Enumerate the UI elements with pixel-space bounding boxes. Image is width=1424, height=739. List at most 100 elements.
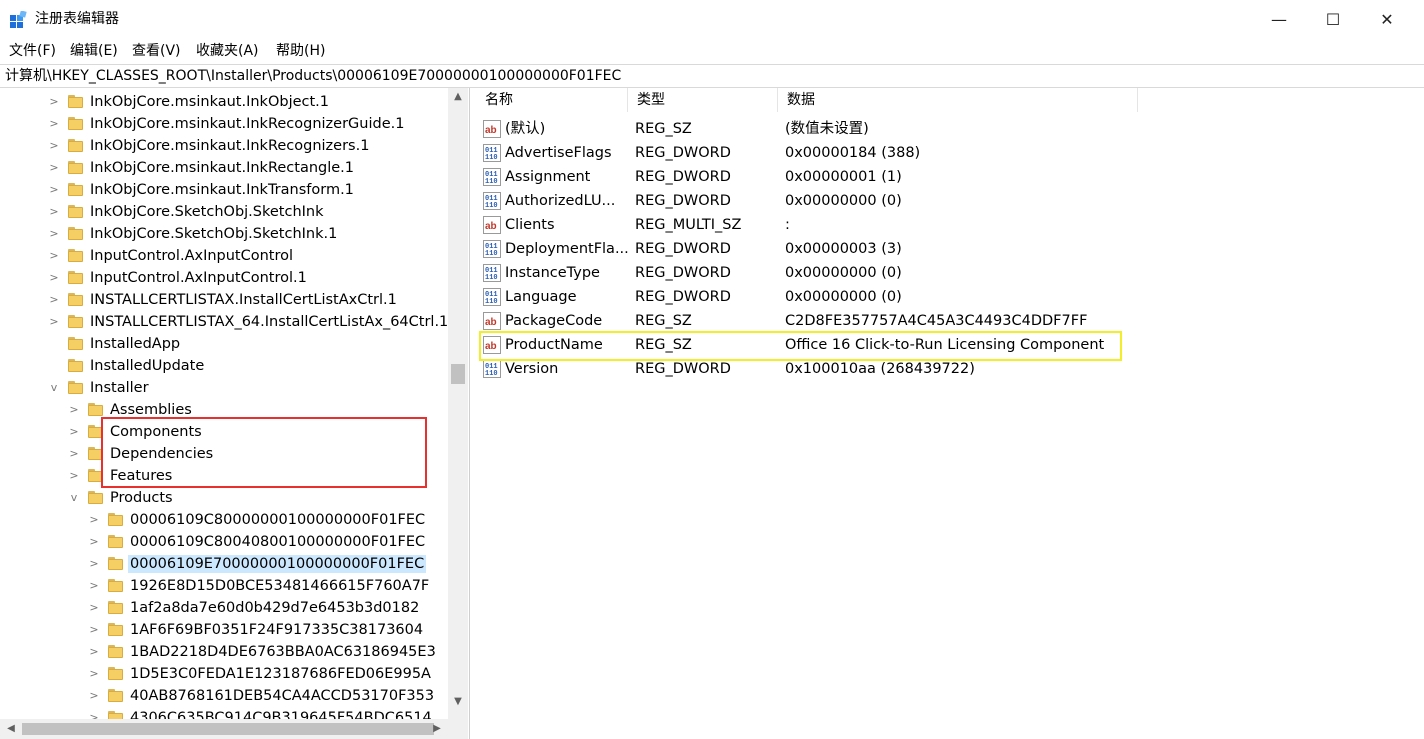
tree-node[interactable]: > InkObjCore.SketchObj.SketchInk xyxy=(0,201,448,223)
chevron-right-icon[interactable]: > xyxy=(48,91,60,113)
tree-node[interactable]: > InkObjCore.msinkaut.InkRecognizers.1 xyxy=(0,135,448,157)
tree-node-label[interactable]: Installer xyxy=(88,379,151,397)
value-row[interactable]: ab Clients REG_MULTI_SZ: xyxy=(476,213,1424,237)
column-header-data[interactable]: 数据 xyxy=(778,88,1138,112)
value-row[interactable]: ab PackageCode REG_SZ C2D8FE357757A4C45A3C4… xyxy=(476,309,1424,333)
tree-node[interactable]: InstalledApp xyxy=(0,333,448,355)
tree-node-label[interactable]: InkObjCore.SketchObj.SketchInk xyxy=(88,203,326,221)
tree-node-label[interactable]: INSTALLCERTLISTAX.InstallCertListAxCtrl.… xyxy=(88,291,399,309)
tree-node[interactable]: > InkObjCore.SketchObj.SketchInk.1 xyxy=(0,223,448,245)
tree-node[interactable]: > INSTALLCERTLISTAX_64.InstallCertListAx_… xyxy=(0,311,448,333)
tree-node[interactable]: v Installer xyxy=(0,377,448,399)
tree-node[interactable]: > InkObjCore.msinkaut.InkRectangle.1 xyxy=(0,157,448,179)
tree-node-label[interactable]: 1af2a8da7e60d0b429d7e6453b3d0182 xyxy=(128,599,421,617)
chevron-right-icon[interactable]: > xyxy=(48,267,60,289)
tree-node[interactable]: >1BAD2218D4DE6763BBA0AC63186945E3 xyxy=(0,641,448,663)
tree-node-label[interactable]: Products xyxy=(108,489,175,507)
tree-node-label[interactable]: InputControl.AxInputControl.1 xyxy=(88,269,309,287)
tree-node[interactable]: >00006109C80040800100000000F01FEC xyxy=(0,531,448,553)
chevron-right-icon[interactable]: > xyxy=(88,619,100,641)
chevron-right-icon[interactable]: > xyxy=(88,575,100,597)
address-bar[interactable]: 计算机\HKEY_CLASSES_ROOT\Installer\Products… xyxy=(0,64,1424,88)
tree-node-label[interactable]: INSTALLCERTLISTAX_64.InstallCertListAx_6… xyxy=(88,313,450,331)
tree-node[interactable]: > InputControl.AxInputControl.1 xyxy=(0,267,448,289)
maximize-button[interactable]: ☐ xyxy=(1306,0,1360,38)
chevron-right-icon[interactable]: > xyxy=(68,443,80,465)
menu-file[interactable]: 文件(F) xyxy=(9,42,56,60)
tree-node[interactable]: >1D5E3C0FEDA1E123187686FED06E995A xyxy=(0,663,448,685)
column-header-name[interactable]: 名称 xyxy=(476,88,628,112)
menu-favorites[interactable]: 收藏夹(A) xyxy=(196,42,259,60)
chevron-right-icon[interactable]: > xyxy=(88,553,100,575)
chevron-right-icon[interactable]: > xyxy=(48,245,60,267)
scroll-up-icon[interactable]: ▲ xyxy=(448,88,468,106)
tree-node-label[interactable]: InkObjCore.msinkaut.InkRecognizers.1 xyxy=(88,137,371,155)
chevron-right-icon[interactable]: > xyxy=(88,509,100,531)
tree-node[interactable]: v Products xyxy=(0,487,448,509)
chevron-right-icon[interactable] xyxy=(48,355,60,377)
tree-node[interactable]: > InputControl.AxInputControl xyxy=(0,245,448,267)
tree-node-label[interactable]: 1BAD2218D4DE6763BBA0AC63186945E3 xyxy=(128,643,438,661)
value-row[interactable]: 011 110 AdvertiseFlags REG_DWORD 0x00000184 … xyxy=(476,141,1424,165)
chevron-right-icon[interactable]: > xyxy=(88,641,100,663)
value-row[interactable]: 011 110 Language REG_DWORD 0x00000000 (0) xyxy=(476,285,1424,309)
tree-node[interactable]: >00006109E70000000100000000F01FEC xyxy=(0,553,448,575)
tree-hscroll-thumb[interactable] xyxy=(22,723,434,735)
chevron-right-icon[interactable] xyxy=(48,333,60,355)
minimize-button[interactable]: — xyxy=(1252,0,1306,38)
tree-node-label[interactable]: 00006109C80040800100000000F01FEC xyxy=(128,533,427,551)
tree-node-label[interactable]: InstalledApp xyxy=(88,335,182,353)
tree-node-label[interactable]: InkObjCore.msinkaut.InkRectangle.1 xyxy=(88,159,356,177)
chevron-right-icon[interactable]: > xyxy=(88,663,100,685)
chevron-right-icon[interactable]: > xyxy=(48,201,60,223)
close-button[interactable]: ✕ xyxy=(1360,0,1414,38)
chevron-right-icon[interactable]: > xyxy=(48,135,60,157)
tree-horizontal-scrollbar[interactable]: ◀ ▶ xyxy=(0,719,468,739)
menu-edit[interactable]: 编辑(E) xyxy=(70,42,118,60)
chevron-right-icon[interactable]: > xyxy=(48,289,60,311)
value-row[interactable]: 011 110 AuthorizedLU... REG_DWORD 0x00000000… xyxy=(476,189,1424,213)
tree-node[interactable]: >00006109C80000000100000000F01FEC xyxy=(0,509,448,531)
tree-node-label[interactable]: InkObjCore.msinkaut.InkTransform.1 xyxy=(88,181,356,199)
tree-node[interactable]: > InkObjCore.msinkaut.InkTransform.1 xyxy=(0,179,448,201)
chevron-right-icon[interactable]: > xyxy=(48,179,60,201)
address-path[interactable]: 计算机\HKEY_CLASSES_ROOT\Installer\Products… xyxy=(5,68,621,85)
tree-node-label[interactable]: InkObjCore.msinkaut.InkObject.1 xyxy=(88,93,331,111)
tree-node-label[interactable]: 1AF6F69BF0351F24F917335C38173604 xyxy=(128,621,425,639)
menu-view[interactable]: 查看(V) xyxy=(132,42,181,60)
tree-node[interactable]: InstalledUpdate xyxy=(0,355,448,377)
chevron-right-icon[interactable]: > xyxy=(68,421,80,443)
value-row[interactable]: 011 110 InstanceType REG_DWORD 0x00000000 (0… xyxy=(476,261,1424,285)
value-row[interactable]: ab (默认) REG_SZ (数值未设置) xyxy=(476,117,1424,141)
scroll-right-icon[interactable]: ▶ xyxy=(428,719,446,739)
tree-scroll-thumb[interactable] xyxy=(451,364,465,384)
tree-node[interactable]: > INSTALLCERTLISTAX.InstallCertListAxCtrl… xyxy=(0,289,448,311)
value-row[interactable]: 011 110 DeploymentFla... REG_DWORD 0x0000000… xyxy=(476,237,1424,261)
tree-node[interactable]: >40AB8768161DEB54CA4ACCD53170F353 xyxy=(0,685,448,707)
chevron-right-icon[interactable]: > xyxy=(48,223,60,245)
scroll-down-icon[interactable]: ▼ xyxy=(448,693,468,711)
column-header-type[interactable]: 类型 xyxy=(628,88,778,112)
chevron-right-icon[interactable]: > xyxy=(48,311,60,333)
tree-vertical-scrollbar[interactable]: ▲ ▼ xyxy=(448,88,468,719)
chevron-right-icon[interactable]: > xyxy=(88,597,100,619)
tree-node-label[interactable]: 40AB8768161DEB54CA4ACCD53170F353 xyxy=(128,687,436,705)
tree-node-label[interactable]: InputControl.AxInputControl xyxy=(88,247,295,265)
chevron-right-icon[interactable]: > xyxy=(48,157,60,179)
tree-node-label[interactable]: 00006109E70000000100000000F01FEC xyxy=(128,555,427,573)
chevron-right-icon[interactable]: > xyxy=(88,685,100,707)
tree-node-label[interactable]: 1D5E3C0FEDA1E123187686FED06E995A xyxy=(128,665,433,683)
chevron-right-icon[interactable]: > xyxy=(68,399,80,421)
chevron-right-icon[interactable]: > xyxy=(88,531,100,553)
menu-help[interactable]: 帮助(H) xyxy=(276,42,325,60)
tree-node-label[interactable]: 00006109C80000000100000000F01FEC xyxy=(128,511,427,529)
tree-node[interactable]: >1926E8D15D0BCE53481466615F760A7F xyxy=(0,575,448,597)
tree-node[interactable]: > InkObjCore.msinkaut.InkObject.1 xyxy=(0,91,448,113)
tree-node-label[interactable]: InkObjCore.msinkaut.InkRecognizerGuide.1 xyxy=(88,115,406,133)
tree-node[interactable]: >1AF6F69BF0351F24F917335C38173604 xyxy=(0,619,448,641)
tree-node[interactable]: >1af2a8da7e60d0b429d7e6453b3d0182 xyxy=(0,597,448,619)
scroll-left-icon[interactable]: ◀ xyxy=(2,719,20,739)
tree-node[interactable]: > InkObjCore.msinkaut.InkRecognizerGuide.… xyxy=(0,113,448,135)
tree-node-label[interactable]: 1926E8D15D0BCE53481466615F760A7F xyxy=(128,577,431,595)
chevron-right-icon[interactable]: > xyxy=(48,113,60,135)
